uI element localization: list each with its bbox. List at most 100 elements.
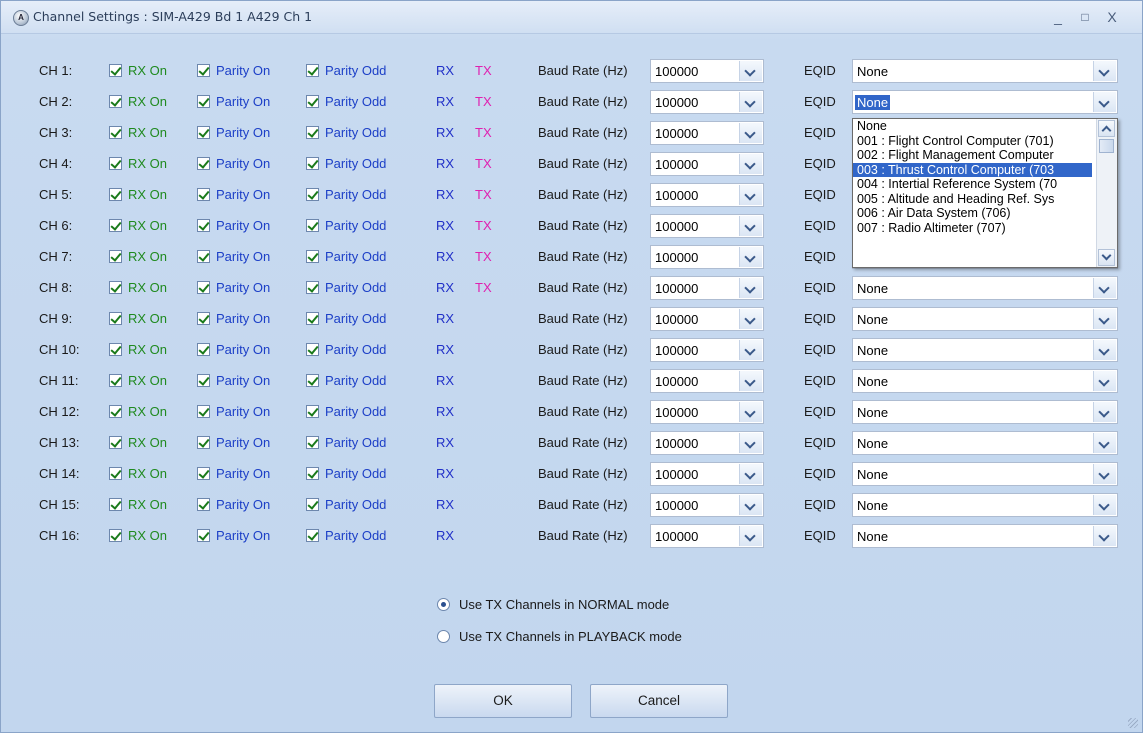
chevron-down-icon[interactable]: [1093, 526, 1116, 546]
rx-on-checkbox[interactable]: RX On: [109, 466, 167, 481]
checkbox-check-icon[interactable]: [197, 250, 210, 263]
checkbox-check-icon[interactable]: [306, 95, 319, 108]
scroll-down-arrow-icon[interactable]: [1098, 249, 1115, 266]
rx-on-checkbox[interactable]: RX On: [109, 404, 167, 419]
parity-on-checkbox[interactable]: Parity On: [197, 466, 270, 481]
rx-on-checkbox[interactable]: RX On: [109, 63, 167, 78]
eqid-select[interactable]: None: [852, 400, 1118, 424]
baud-rate-select[interactable]: 100000: [650, 214, 764, 238]
checkbox-check-icon[interactable]: [197, 126, 210, 139]
chevron-down-icon[interactable]: [739, 309, 762, 329]
baud-rate-select[interactable]: 100000: [650, 121, 764, 145]
parity-on-checkbox[interactable]: Parity On: [197, 404, 270, 419]
dropdown-option[interactable]: 007 : Radio Altimeter (707): [853, 221, 1092, 236]
parity-odd-checkbox[interactable]: Parity Odd: [306, 125, 386, 140]
tx-playback-mode-option[interactable]: Use TX Channels in PLAYBACK mode: [437, 629, 682, 644]
dropdown-option[interactable]: 005 : Altitude and Heading Ref. Sys: [853, 192, 1092, 207]
checkbox-check-icon[interactable]: [306, 436, 319, 449]
baud-rate-select[interactable]: 100000: [650, 462, 764, 486]
checkbox-check-icon[interactable]: [197, 64, 210, 77]
checkbox-check-icon[interactable]: [306, 374, 319, 387]
parity-on-checkbox[interactable]: Parity On: [197, 63, 270, 78]
checkbox-check-icon[interactable]: [109, 498, 122, 511]
checkbox-check-icon[interactable]: [306, 312, 319, 325]
checkbox-check-icon[interactable]: [306, 219, 319, 232]
chevron-down-icon[interactable]: [739, 371, 762, 391]
parity-odd-checkbox[interactable]: Parity Odd: [306, 497, 386, 512]
chevron-down-icon[interactable]: [739, 61, 762, 81]
checkbox-check-icon[interactable]: [197, 529, 210, 542]
checkbox-check-icon[interactable]: [197, 219, 210, 232]
scroll-thumb[interactable]: [1099, 139, 1114, 153]
rx-on-checkbox[interactable]: RX On: [109, 280, 167, 295]
parity-odd-checkbox[interactable]: Parity Odd: [306, 249, 386, 264]
checkbox-check-icon[interactable]: [109, 374, 122, 387]
checkbox-check-icon[interactable]: [197, 498, 210, 511]
rx-on-checkbox[interactable]: RX On: [109, 497, 167, 512]
chevron-down-icon[interactable]: [1093, 402, 1116, 422]
dropdown-scrollbar[interactable]: [1096, 119, 1117, 267]
chevron-down-icon[interactable]: [739, 247, 762, 267]
parity-odd-checkbox[interactable]: Parity Odd: [306, 94, 386, 109]
rx-on-checkbox[interactable]: RX On: [109, 94, 167, 109]
checkbox-check-icon[interactable]: [109, 219, 122, 232]
dropdown-option[interactable]: 006 : Air Data System (706): [853, 206, 1092, 221]
checkbox-check-icon[interactable]: [306, 529, 319, 542]
eqid-select[interactable]: None: [852, 338, 1118, 362]
parity-odd-checkbox[interactable]: Parity Odd: [306, 373, 386, 388]
eqid-select[interactable]: None: [852, 59, 1118, 83]
rx-on-checkbox[interactable]: RX On: [109, 373, 167, 388]
baud-rate-select[interactable]: 100000: [650, 59, 764, 83]
resize-grip-icon[interactable]: [1128, 718, 1138, 728]
parity-odd-checkbox[interactable]: Parity Odd: [306, 311, 386, 326]
chevron-down-icon[interactable]: [1093, 495, 1116, 515]
baud-rate-select[interactable]: 100000: [650, 524, 764, 548]
checkbox-check-icon[interactable]: [197, 312, 210, 325]
baud-rate-select[interactable]: 100000: [650, 307, 764, 331]
checkbox-check-icon[interactable]: [109, 64, 122, 77]
checkbox-check-icon[interactable]: [197, 188, 210, 201]
cancel-button[interactable]: Cancel: [590, 684, 728, 718]
parity-on-checkbox[interactable]: Parity On: [197, 187, 270, 202]
scroll-up-arrow-icon[interactable]: [1098, 120, 1115, 137]
eqid-select[interactable]: None: [852, 431, 1118, 455]
rx-on-checkbox[interactable]: RX On: [109, 342, 167, 357]
rx-on-checkbox[interactable]: RX On: [109, 249, 167, 264]
parity-odd-checkbox[interactable]: Parity Odd: [306, 156, 386, 171]
checkbox-check-icon[interactable]: [197, 281, 210, 294]
parity-on-checkbox[interactable]: Parity On: [197, 311, 270, 326]
checkbox-check-icon[interactable]: [109, 405, 122, 418]
chevron-down-icon[interactable]: [739, 278, 762, 298]
parity-on-checkbox[interactable]: Parity On: [197, 342, 270, 357]
checkbox-check-icon[interactable]: [109, 467, 122, 480]
baud-rate-select[interactable]: 100000: [650, 183, 764, 207]
parity-on-checkbox[interactable]: Parity On: [197, 435, 270, 450]
eqid-select[interactable]: None: [852, 307, 1118, 331]
checkbox-check-icon[interactable]: [109, 188, 122, 201]
baud-rate-select[interactable]: 100000: [650, 338, 764, 362]
eqid-select[interactable]: None: [852, 276, 1118, 300]
checkbox-check-icon[interactable]: [197, 374, 210, 387]
checkbox-check-icon[interactable]: [306, 64, 319, 77]
ok-button[interactable]: OK: [434, 684, 572, 718]
parity-odd-checkbox[interactable]: Parity Odd: [306, 342, 386, 357]
eqid-select[interactable]: None: [852, 462, 1118, 486]
chevron-down-icon[interactable]: [1093, 61, 1116, 81]
rx-on-checkbox[interactable]: RX On: [109, 311, 167, 326]
checkbox-check-icon[interactable]: [109, 157, 122, 170]
dropdown-option[interactable]: None: [853, 119, 1092, 134]
tx-playback-radio[interactable]: [437, 630, 450, 643]
parity-odd-checkbox[interactable]: Parity Odd: [306, 63, 386, 78]
rx-on-checkbox[interactable]: RX On: [109, 187, 167, 202]
parity-on-checkbox[interactable]: Parity On: [197, 218, 270, 233]
baud-rate-select[interactable]: 100000: [650, 369, 764, 393]
dropdown-option[interactable]: 003 : Thrust Control Computer (703: [853, 162, 1092, 177]
parity-odd-checkbox[interactable]: Parity Odd: [306, 218, 386, 233]
minimize-button[interactable]: _: [1047, 7, 1069, 27]
baud-rate-select[interactable]: 100000: [650, 431, 764, 455]
checkbox-check-icon[interactable]: [109, 250, 122, 263]
checkbox-check-icon[interactable]: [306, 343, 319, 356]
checkbox-check-icon[interactable]: [306, 126, 319, 139]
checkbox-check-icon[interactable]: [306, 157, 319, 170]
parity-odd-checkbox[interactable]: Parity Odd: [306, 280, 386, 295]
